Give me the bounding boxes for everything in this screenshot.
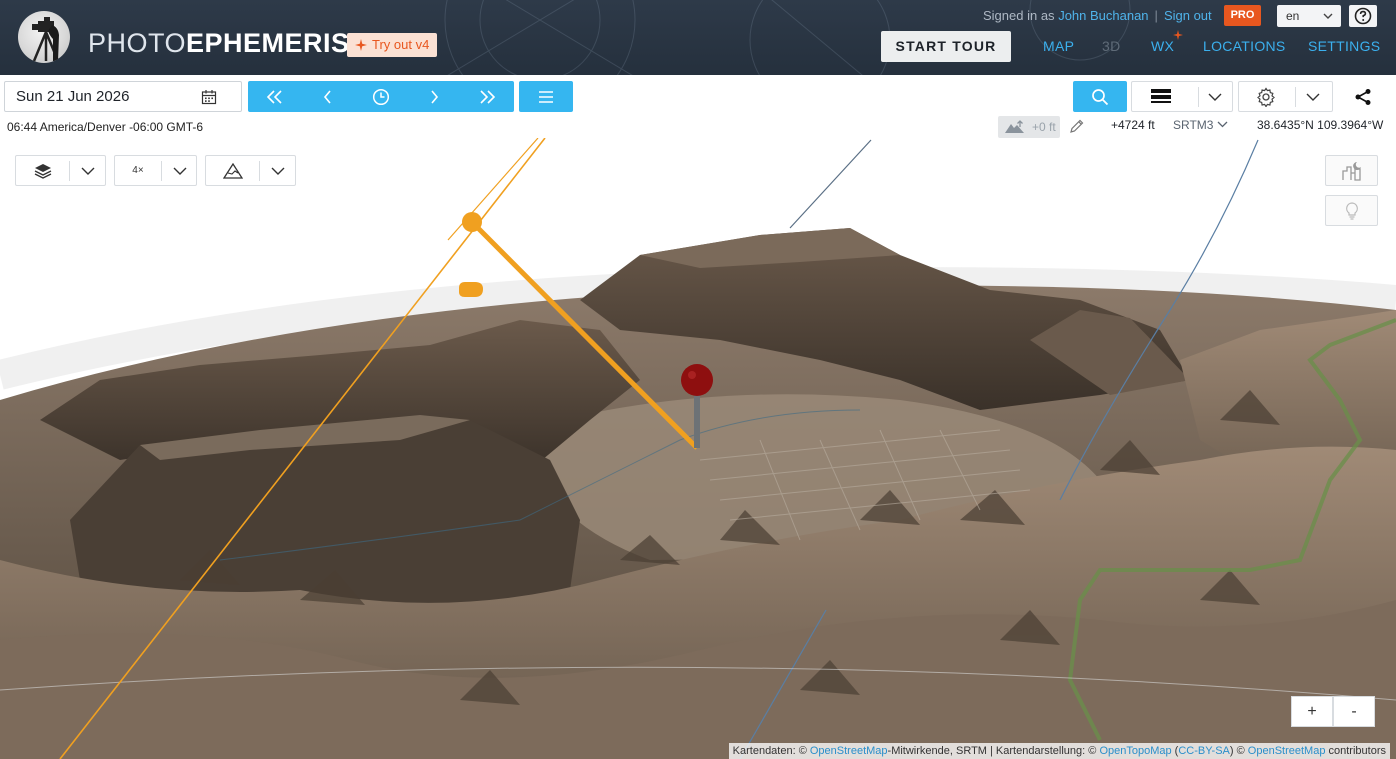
zoom-out-button[interactable]: - xyxy=(1333,696,1375,727)
resolution-dropdown[interactable]: 4× xyxy=(114,155,197,186)
map-style-icon xyxy=(1151,89,1171,103)
terrain-button[interactable] xyxy=(206,156,259,185)
pro-badge[interactable]: PRO xyxy=(1224,5,1261,26)
resolution-button[interactable]: 4× xyxy=(115,156,161,185)
sparkle-icon xyxy=(355,39,367,51)
chevron-left-icon xyxy=(323,89,331,104)
now-button[interactable] xyxy=(354,81,407,112)
menu-button[interactable] xyxy=(519,81,573,112)
app-header: PHOTOEPHEMERIS Try out v4 Signed in as J… xyxy=(0,0,1396,75)
attrib-license-link[interactable]: CC-BY-SA xyxy=(1178,745,1230,757)
time-navigation-bar xyxy=(248,81,514,112)
logo-icon[interactable] xyxy=(18,11,70,63)
share-button[interactable] xyxy=(1350,85,1376,109)
separator: | xyxy=(1154,8,1158,23)
resolution-value: 4× xyxy=(132,165,144,176)
date-picker[interactable]: Sun 21 Jun 2026 xyxy=(4,81,242,112)
attrib-osm-link[interactable]: OpenStreetMap xyxy=(810,745,888,757)
city-lights-button[interactable] xyxy=(1325,155,1378,186)
question-circle-icon xyxy=(1354,7,1372,25)
new-star-icon xyxy=(1173,30,1183,40)
previous-step-button[interactable] xyxy=(301,81,354,112)
signed-in-prefix: Signed in as xyxy=(983,8,1055,23)
chevron-down-icon xyxy=(173,167,186,175)
hamburger-icon xyxy=(539,90,553,103)
gear-icon xyxy=(1257,87,1275,107)
pencil-icon[interactable] xyxy=(1069,118,1085,134)
next-step-button[interactable] xyxy=(408,81,461,112)
layers-button[interactable] xyxy=(16,156,69,185)
previous-day-button[interactable] xyxy=(248,81,301,112)
layers-icon xyxy=(34,163,51,179)
logo-text-light: PHOTO xyxy=(88,28,187,58)
settings-dropdown[interactable] xyxy=(1238,81,1333,112)
next-day-button[interactable] xyxy=(461,81,514,112)
nav-3d[interactable]: 3D xyxy=(1102,38,1121,54)
chevron-down-icon xyxy=(271,167,285,175)
attrib-osm2-link[interactable]: OpenStreetMap xyxy=(1248,745,1326,757)
nav-map[interactable]: MAP xyxy=(1043,38,1074,54)
attrib-prefix: Kartendaten: © xyxy=(732,745,807,757)
logo-text-bold: EPHEMERIS xyxy=(186,28,350,58)
sign-out-link[interactable]: Sign out xyxy=(1164,8,1212,23)
mountain-elevation-icon xyxy=(1005,120,1024,133)
double-chevron-left-icon xyxy=(266,89,282,104)
nav-wx[interactable]: WX xyxy=(1151,38,1174,54)
coordinates-readout: 38.6435°N 109.3964°W xyxy=(1257,118,1384,132)
timezone-label: 06:44 America/Denver -06:00 GMT-6 xyxy=(7,120,204,134)
layers-dropdown[interactable] xyxy=(15,155,106,186)
help-button[interactable] xyxy=(1349,5,1377,27)
search-button[interactable] xyxy=(1073,81,1127,112)
terrain-chevron[interactable] xyxy=(260,156,296,185)
share-icon xyxy=(1355,89,1371,105)
try-out-v4-button[interactable]: Try out v4 xyxy=(347,33,438,57)
double-chevron-right-icon xyxy=(480,89,496,104)
terrain-icon xyxy=(222,162,243,179)
terrain-render[interactable] xyxy=(0,138,1396,759)
search-icon xyxy=(1092,88,1109,105)
attrib-suffix: contributors xyxy=(1328,745,1386,757)
light-bulb-icon xyxy=(1345,201,1358,220)
signed-in-info: Signed in as John Buchanan | Sign out xyxy=(983,8,1212,23)
terrain-dropdown[interactable] xyxy=(205,155,296,186)
attrib-mid: -Mitwirkende, SRTM | Kartendarstellung: … xyxy=(887,745,1097,757)
city-night-icon xyxy=(1341,161,1361,181)
chevron-down-icon xyxy=(1306,93,1320,101)
attrib-paren-close: ) © xyxy=(1229,745,1245,757)
chevron-down-icon xyxy=(1323,5,1333,34)
nav-locations[interactable]: LOCATIONS xyxy=(1203,38,1286,54)
chevron-down-icon xyxy=(1217,121,1228,128)
elevation-offset-value: +0 ft xyxy=(1032,120,1056,134)
dem-source-select[interactable]: SRTM3 xyxy=(1173,118,1228,132)
try-out-label: Try out v4 xyxy=(372,37,430,52)
map-style-dropdown[interactable] xyxy=(1131,81,1233,112)
zoom-in-button[interactable]: + xyxy=(1291,696,1333,727)
light-bulb-button[interactable] xyxy=(1325,195,1378,226)
app-logo-title[interactable]: PHOTOEPHEMERIS xyxy=(88,30,350,57)
attrib-otm-link[interactable]: OpenTopoMap xyxy=(1099,745,1171,757)
3d-terrain-view[interactable] xyxy=(0,138,1396,759)
clock-icon xyxy=(372,88,390,105)
map-attribution: Kartendaten: © OpenStreetMap-Mitwirkende… xyxy=(728,743,1390,759)
chevron-down-icon xyxy=(1208,93,1222,101)
chevron-right-icon xyxy=(431,89,439,104)
start-tour-button[interactable]: START TOUR xyxy=(881,31,1011,62)
resolution-chevron[interactable] xyxy=(162,156,197,185)
user-name-link[interactable]: John Buchanan xyxy=(1058,8,1148,23)
calendar-icon[interactable] xyxy=(201,89,217,105)
language-select[interactable]: en xyxy=(1277,5,1341,27)
dem-source-value: SRTM3 xyxy=(1173,118,1214,132)
chevron-down-icon xyxy=(81,167,95,175)
language-value: en xyxy=(1286,9,1300,23)
altitude-value: +4724 ft xyxy=(1111,118,1155,132)
date-value: Sun 21 Jun 2026 xyxy=(16,88,130,105)
nav-settings[interactable]: SETTINGS xyxy=(1308,38,1380,54)
layers-chevron[interactable] xyxy=(70,156,106,185)
elevation-offset-button[interactable]: +0 ft xyxy=(998,116,1060,138)
